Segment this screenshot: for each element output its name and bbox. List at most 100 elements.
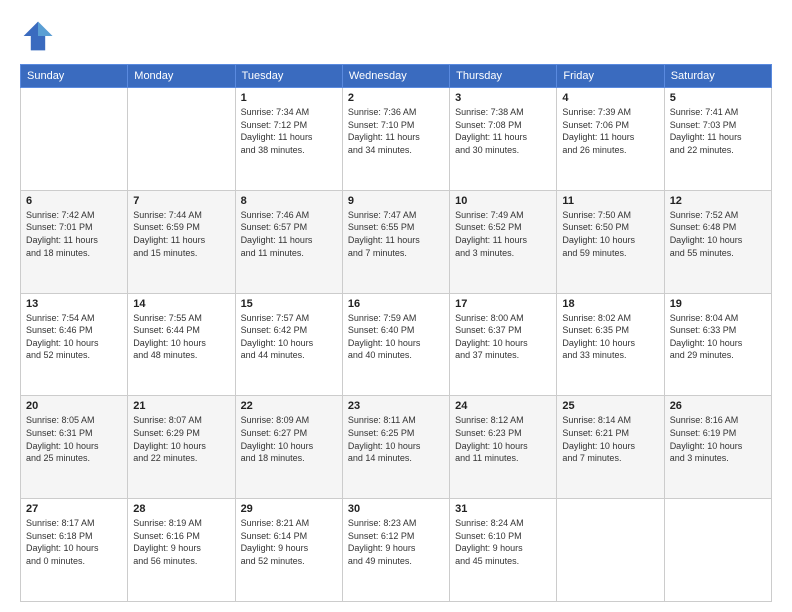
day-info: Sunrise: 7:39 AM Sunset: 7:06 PM Dayligh… [562,106,658,156]
day-info: Sunrise: 7:47 AM Sunset: 6:55 PM Dayligh… [348,209,444,259]
calendar-cell: 15 Sunrise: 7:57 AM Sunset: 6:42 PM Dayli… [235,293,342,396]
day-info: Sunrise: 8:12 AM Sunset: 6:23 PM Dayligh… [455,414,551,464]
calendar-week-3: 13 Sunrise: 7:54 AM Sunset: 6:46 PM Dayli… [21,293,772,396]
day-number: 16 [348,298,444,310]
calendar-cell: 18Sunrise: 8:02 AM Sunset: 6:35 PM Dayli… [557,293,664,396]
calendar-cell: 10 Sunrise: 7:49 AM Sunset: 6:52 PM Dayli… [450,190,557,293]
day-info: Sunrise: 8:14 AM Sunset: 6:21 PM Dayligh… [562,414,658,464]
day-number: 10 [455,195,551,207]
calendar-cell [557,499,664,602]
calendar-cell: 31Sunrise: 8:24 AM Sunset: 6:10 PM Dayli… [450,499,557,602]
day-number: 30 [348,503,444,515]
calendar-cell: 24 Sunrise: 8:12 AM Sunset: 6:23 PM Dayli… [450,396,557,499]
logo-icon [20,18,56,54]
header [20,18,772,54]
day-info: Sunrise: 7:50 AM Sunset: 6:50 PM Dayligh… [562,209,658,259]
day-info: Sunrise: 8:23 AM Sunset: 6:12 PM Dayligh… [348,517,444,567]
day-number: 13 [26,298,122,310]
calendar-cell: 22Sunrise: 8:09 AM Sunset: 6:27 PM Dayli… [235,396,342,499]
day-info: Sunrise: 8:21 AM Sunset: 6:14 PM Dayligh… [241,517,337,567]
calendar-cell: 8 Sunrise: 7:46 AM Sunset: 6:57 PM Daylig… [235,190,342,293]
calendar-week-5: 27Sunrise: 8:17 AM Sunset: 6:18 PM Dayli… [21,499,772,602]
calendar-cell: 16 Sunrise: 7:59 AM Sunset: 6:40 PM Dayli… [342,293,449,396]
calendar-cell: 23 Sunrise: 8:11 AM Sunset: 6:25 PM Dayli… [342,396,449,499]
day-info: Sunrise: 7:44 AM Sunset: 6:59 PM Dayligh… [133,209,229,259]
calendar-week-4: 20Sunrise: 8:05 AM Sunset: 6:31 PM Dayli… [21,396,772,499]
weekday-header-sunday: Sunday [21,65,128,88]
day-info: Sunrise: 8:16 AM Sunset: 6:19 PM Dayligh… [670,414,766,464]
day-info: Sunrise: 8:11 AM Sunset: 6:25 PM Dayligh… [348,414,444,464]
weekday-header-saturday: Saturday [664,65,771,88]
calendar-cell: 9 Sunrise: 7:47 AM Sunset: 6:55 PM Daylig… [342,190,449,293]
day-number: 2 [348,92,444,104]
day-info: Sunrise: 7:52 AM Sunset: 6:48 PM Dayligh… [670,209,766,259]
calendar-cell [21,88,128,191]
day-info: Sunrise: 8:19 AM Sunset: 6:16 PM Dayligh… [133,517,229,567]
logo [20,18,60,54]
day-number: 24 [455,400,551,412]
day-number: 21 [133,400,229,412]
day-number: 5 [670,92,766,104]
calendar-cell: 29 Sunrise: 8:21 AM Sunset: 6:14 PM Dayli… [235,499,342,602]
calendar-cell: 12 Sunrise: 7:52 AM Sunset: 6:48 PM Dayli… [664,190,771,293]
day-info: Sunrise: 8:00 AM Sunset: 6:37 PM Dayligh… [455,312,551,362]
day-number: 9 [348,195,444,207]
day-info: Sunrise: 8:04 AM Sunset: 6:33 PM Dayligh… [670,312,766,362]
day-number: 28 [133,503,229,515]
weekday-header-thursday: Thursday [450,65,557,88]
day-number: 25 [562,400,658,412]
day-info: Sunrise: 7:55 AM Sunset: 6:44 PM Dayligh… [133,312,229,362]
day-info: Sunrise: 8:07 AM Sunset: 6:29 PM Dayligh… [133,414,229,464]
calendar-cell: 5 Sunrise: 7:41 AM Sunset: 7:03 PM Daylig… [664,88,771,191]
day-info: Sunrise: 8:05 AM Sunset: 6:31 PM Dayligh… [26,414,122,464]
calendar-cell: 1Sunrise: 7:34 AM Sunset: 7:12 PM Daylig… [235,88,342,191]
calendar-cell: 6 Sunrise: 7:42 AM Sunset: 7:01 PM Daylig… [21,190,128,293]
day-number: 19 [670,298,766,310]
calendar-week-1: 1Sunrise: 7:34 AM Sunset: 7:12 PM Daylig… [21,88,772,191]
calendar-cell: 25 Sunrise: 8:14 AM Sunset: 6:21 PM Dayli… [557,396,664,499]
day-info: Sunrise: 7:42 AM Sunset: 7:01 PM Dayligh… [26,209,122,259]
calendar-cell: 26 Sunrise: 8:16 AM Sunset: 6:19 PM Dayli… [664,396,771,499]
day-number: 15 [241,298,337,310]
day-info: Sunrise: 8:09 AM Sunset: 6:27 PM Dayligh… [241,414,337,464]
calendar-cell: 28 Sunrise: 8:19 AM Sunset: 6:16 PM Dayli… [128,499,235,602]
day-number: 7 [133,195,229,207]
calendar-cell: 30 Sunrise: 8:23 AM Sunset: 6:12 PM Dayli… [342,499,449,602]
calendar-cell: 14 Sunrise: 7:55 AM Sunset: 6:44 PM Dayli… [128,293,235,396]
day-number: 17 [455,298,551,310]
day-number: 6 [26,195,122,207]
calendar-cell: 17 Sunrise: 8:00 AM Sunset: 6:37 PM Dayli… [450,293,557,396]
calendar-cell: 2 Sunrise: 7:36 AM Sunset: 7:10 PM Daylig… [342,88,449,191]
day-info: Sunrise: 7:36 AM Sunset: 7:10 PM Dayligh… [348,106,444,156]
day-info: Sunrise: 7:57 AM Sunset: 6:42 PM Dayligh… [241,312,337,362]
calendar-cell: 20Sunrise: 8:05 AM Sunset: 6:31 PM Dayli… [21,396,128,499]
calendar-cell: 13 Sunrise: 7:54 AM Sunset: 6:46 PM Dayli… [21,293,128,396]
day-number: 11 [562,195,658,207]
calendar-cell [664,499,771,602]
calendar-cell: 21 Sunrise: 8:07 AM Sunset: 6:29 PM Dayli… [128,396,235,499]
day-number: 23 [348,400,444,412]
day-number: 1 [241,92,337,104]
calendar-cell: 3Sunrise: 7:38 AM Sunset: 7:08 PM Daylig… [450,88,557,191]
weekday-header-wednesday: Wednesday [342,65,449,88]
page: SundayMondayTuesdayWednesdayThursdayFrid… [0,0,792,612]
day-number: 3 [455,92,551,104]
day-number: 14 [133,298,229,310]
day-info: Sunrise: 7:54 AM Sunset: 6:46 PM Dayligh… [26,312,122,362]
day-info: Sunrise: 8:02 AM Sunset: 6:35 PM Dayligh… [562,312,658,362]
day-number: 8 [241,195,337,207]
day-info: Sunrise: 7:49 AM Sunset: 6:52 PM Dayligh… [455,209,551,259]
day-number: 29 [241,503,337,515]
calendar-cell: 11 Sunrise: 7:50 AM Sunset: 6:50 PM Dayli… [557,190,664,293]
day-info: Sunrise: 7:59 AM Sunset: 6:40 PM Dayligh… [348,312,444,362]
day-number: 12 [670,195,766,207]
calendar-cell: 7 Sunrise: 7:44 AM Sunset: 6:59 PM Daylig… [128,190,235,293]
calendar-week-2: 6 Sunrise: 7:42 AM Sunset: 7:01 PM Daylig… [21,190,772,293]
calendar-cell: 27Sunrise: 8:17 AM Sunset: 6:18 PM Dayli… [21,499,128,602]
day-number: 26 [670,400,766,412]
day-info: Sunrise: 7:41 AM Sunset: 7:03 PM Dayligh… [670,106,766,156]
weekday-header-row: SundayMondayTuesdayWednesdayThursdayFrid… [21,65,772,88]
calendar-cell: 19 Sunrise: 8:04 AM Sunset: 6:33 PM Dayli… [664,293,771,396]
weekday-header-tuesday: Tuesday [235,65,342,88]
day-info: Sunrise: 7:46 AM Sunset: 6:57 PM Dayligh… [241,209,337,259]
